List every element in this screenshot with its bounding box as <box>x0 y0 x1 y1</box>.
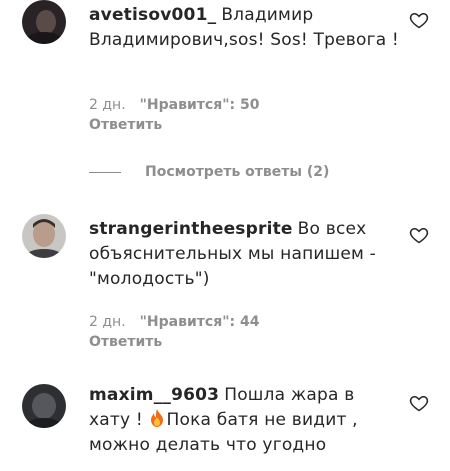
view-replies-button[interactable]: Посмотреть ответы (2) <box>89 162 329 182</box>
divider-line <box>89 171 121 173</box>
heart-icon[interactable] <box>409 10 429 30</box>
comment-text: strangerintheesprite Во всех объяснительн… <box>89 217 399 292</box>
avatar[interactable] <box>22 214 66 258</box>
view-replies-label: Посмотреть ответы (2) <box>145 164 330 180</box>
avatar[interactable] <box>22 384 66 428</box>
comment-username[interactable]: strangerintheesprite <box>89 219 293 239</box>
reply-button[interactable]: Ответить <box>89 115 162 135</box>
comment-username[interactable]: maxim__9603 <box>89 385 219 405</box>
comment-age: 2 дн. <box>89 97 126 113</box>
comment-age: 2 дн. <box>89 314 126 330</box>
likes-count[interactable]: "Нравится": 50 <box>140 97 260 113</box>
comment-meta: 2 дн. "Нравится": 50 <box>89 95 273 115</box>
comment-username[interactable]: avetisov001_ <box>89 5 216 25</box>
avatar[interactable] <box>22 0 66 44</box>
fire-emoji <box>149 409 165 427</box>
reply-button[interactable]: Ответить <box>89 332 162 352</box>
heart-icon[interactable] <box>409 393 429 413</box>
comment-text: avetisov001_ Владимир Владимирович,sos! S… <box>89 3 399 53</box>
likes-count[interactable]: "Нравится": 44 <box>140 314 260 330</box>
comment-meta: 2 дн. "Нравится": 44 <box>89 312 273 332</box>
heart-icon[interactable] <box>409 225 429 245</box>
comment-text: maxim__9603 Пошла жара в хату ! Пока батя… <box>89 383 399 458</box>
